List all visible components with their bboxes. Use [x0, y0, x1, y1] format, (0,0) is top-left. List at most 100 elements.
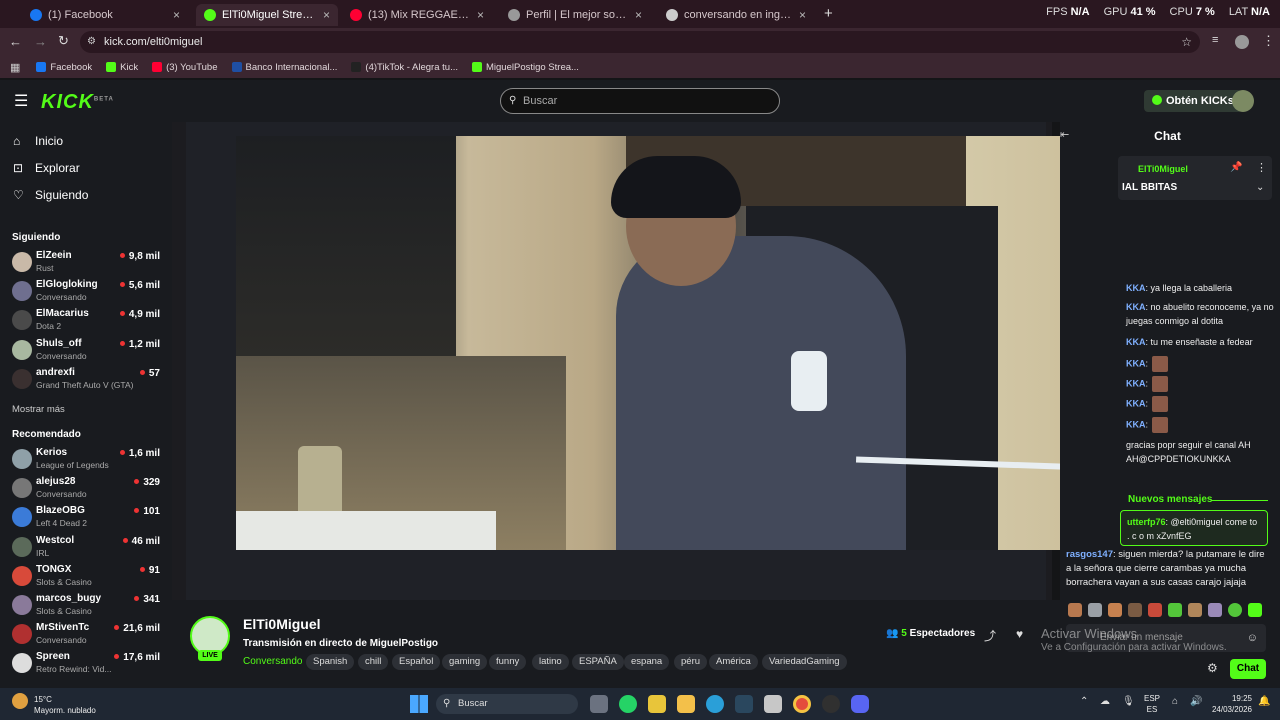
store-icon[interactable]	[764, 695, 782, 713]
browser-tab[interactable]: Perfil | El mejor software para p ×	[500, 4, 650, 26]
sidebar-channel[interactable]: TONGX Slots & Casino 91	[12, 562, 160, 590]
bookmark-item[interactable]: MiguelPostigo Strea...	[472, 62, 579, 73]
chat-username[interactable]: KKA	[1126, 337, 1146, 347]
stream-tag[interactable]: Spanish	[306, 654, 355, 670]
expand-pinned-icon[interactable]: ⌄	[1256, 182, 1264, 193]
sidebar-channel[interactable]: Kerios League of Legends 1,6 mil	[12, 445, 160, 473]
emote[interactable]	[1148, 603, 1162, 617]
cloud-icon[interactable]: ☁	[1100, 696, 1110, 707]
taskbar-search[interactable]: ⚲ Buscar	[436, 694, 578, 714]
sidebar-channel[interactable]: Westcol IRL 46 mil	[12, 533, 160, 561]
emote[interactable]	[1068, 603, 1082, 617]
emote[interactable]	[1228, 603, 1242, 617]
bookmark-item[interactable]: (3) YouTube	[152, 62, 218, 73]
new-tab-button[interactable]: +	[824, 5, 833, 22]
apps-grid-icon[interactable]: ▦	[10, 61, 20, 74]
volume-icon[interactable]: 🔊	[1190, 696, 1202, 707]
stream-tag[interactable]: Español	[392, 654, 441, 670]
user-avatar[interactable]	[1232, 90, 1254, 112]
emote[interactable]	[1248, 603, 1262, 617]
chat-username[interactable]: KKA	[1126, 378, 1146, 388]
tab-close-icon[interactable]: ×	[799, 8, 806, 22]
forward-icon[interactable]: →	[34, 34, 47, 49]
hamburger-menu-icon[interactable]: ☰	[14, 91, 28, 111]
network-icon[interactable]: ⌂	[1172, 696, 1178, 707]
browser-tab[interactable]: (1) Facebook ×	[22, 4, 188, 26]
tray-chevron-icon[interactable]: ⌃	[1080, 696, 1088, 707]
back-icon[interactable]: ←	[9, 34, 22, 49]
browser-menu-icon[interactable]: ⋮	[1262, 33, 1275, 49]
extensions-icon[interactable]: ≡	[1212, 34, 1218, 46]
stream-tag[interactable]: América	[709, 654, 758, 670]
stream-tag[interactable]: chill	[358, 654, 389, 670]
weather-icon[interactable]	[12, 693, 28, 709]
chat-username[interactable]: KKA	[1126, 419, 1146, 429]
url-field[interactable]: ⚙ kick.com/elti0miguel ☆	[80, 31, 1200, 53]
notification-bell-icon[interactable]: 🔔	[1258, 696, 1270, 707]
site-info-icon[interactable]: ⚙	[87, 31, 96, 53]
app-r-icon[interactable]	[648, 695, 666, 713]
emote[interactable]	[1088, 603, 1102, 617]
mic-tray-icon[interactable]: 🎙	[1122, 696, 1135, 707]
pin-icon[interactable]: 📌	[1230, 162, 1242, 173]
sidebar-channel[interactable]: ElGlogloking Conversando 5,6 mil	[12, 277, 160, 305]
stream-tag[interactable]: gaming	[442, 654, 488, 670]
follow-icon[interactable]: ♥	[1016, 627, 1023, 641]
emote[interactable]	[1208, 603, 1222, 617]
chat-username[interactable]: KKA	[1126, 302, 1146, 312]
streamer-name[interactable]: ElTi0Miguel	[243, 616, 321, 632]
emote-picker-icon[interactable]: ☺	[1247, 624, 1258, 652]
sidebar-channel[interactable]: andrexfi Grand Theft Auto V (GTA) 57	[12, 365, 160, 393]
nav-item-inicio[interactable]: ⌂ Inicio	[13, 134, 63, 148]
weather-widget[interactable]: 15°C Mayorm. nublado	[34, 694, 96, 716]
tab-close-icon[interactable]: ×	[173, 8, 180, 22]
bookmark-item[interactable]: Kick	[106, 62, 138, 73]
tab-close-icon[interactable]: ×	[635, 8, 642, 22]
nav-item-explorar[interactable]: ⊡ Explorar	[13, 161, 80, 175]
sidebar-channel[interactable]: ElMacarius Dota 2 4,9 mil	[12, 306, 160, 334]
sidebar-channel[interactable]: BlazeOBG Left 4 Dead 2 101	[12, 503, 160, 531]
bookmark-star-icon[interactable]: ☆	[1181, 31, 1192, 53]
emote[interactable]	[1128, 603, 1142, 617]
browser-tab[interactable]: ElTi0Miguel Stream - Watch Live ×	[196, 4, 338, 26]
task-view-icon[interactable]	[590, 695, 608, 713]
stream-tag[interactable]: péru	[674, 654, 708, 670]
sidebar-channel[interactable]: Spreen Retro Rewind: Vid... 17,6 mil	[12, 649, 160, 677]
collapse-chat-icon[interactable]: ⇤	[1060, 128, 1069, 141]
send-chat-button[interactable]: Chat	[1230, 659, 1266, 679]
share-icon[interactable]: ⤴	[984, 627, 996, 644]
chat-username[interactable]: KKA	[1126, 398, 1146, 408]
emote[interactable]	[1188, 603, 1202, 617]
kick-logo[interactable]: KICKBETA	[41, 91, 114, 114]
emote[interactable]	[1108, 603, 1122, 617]
stream-tag[interactable]: ESPAÑA	[572, 654, 624, 670]
pinned-menu-icon[interactable]: ⋮	[1256, 161, 1267, 174]
tab-close-icon[interactable]: ×	[323, 8, 330, 22]
sidebar-channel[interactable]: MrStivenTc Conversando 21,6 mil	[12, 620, 160, 648]
chat-username[interactable]: KKA	[1126, 358, 1146, 368]
sidebar-channel[interactable]: alejus28 Conversando 329	[12, 474, 160, 502]
bookmark-item[interactable]: (4)TikTok - Alegra tu...	[351, 62, 458, 73]
chat-username[interactable]: KKA	[1126, 283, 1146, 293]
tab-close-icon[interactable]: ×	[477, 8, 484, 22]
stream-category[interactable]: Conversando	[243, 656, 302, 667]
windows-start-icon[interactable]	[410, 695, 428, 713]
sidebar-channel[interactable]: Shuls_off Conversando 1,2 mil	[12, 336, 160, 364]
get-kicks-button[interactable]: Obtén KICKs	[1144, 90, 1242, 112]
whatsapp-icon[interactable]	[619, 695, 637, 713]
sidebar-channel[interactable]: marcos_bugy Slots & Casino 341	[12, 591, 160, 619]
browser-tab[interactable]: (13) Mix REGGAETON RETRO ×	[342, 4, 492, 26]
chat-settings-icon[interactable]: ⚙	[1207, 661, 1218, 675]
reload-icon[interactable]: ↻	[58, 33, 69, 49]
steam-icon[interactable]	[735, 695, 753, 713]
language-indicator[interactable]: ESP ES	[1144, 693, 1160, 715]
nav-item-siguiendo[interactable]: ♡ Siguiendo	[13, 188, 88, 202]
taskbar-clock[interactable]: 19:25 24/03/2026	[1206, 693, 1252, 715]
bookmark-item[interactable]: Facebook	[36, 62, 92, 73]
stream-tag[interactable]: funny	[489, 654, 527, 670]
file-explorer-icon[interactable]	[677, 695, 695, 713]
profile-avatar[interactable]	[1235, 35, 1249, 49]
search-input[interactable]: ⚲ Buscar	[500, 88, 780, 114]
browser-tab[interactable]: conversando en inglés - Buscar ×	[658, 4, 814, 26]
stream-tag[interactable]: VariedadGaming	[762, 654, 847, 670]
